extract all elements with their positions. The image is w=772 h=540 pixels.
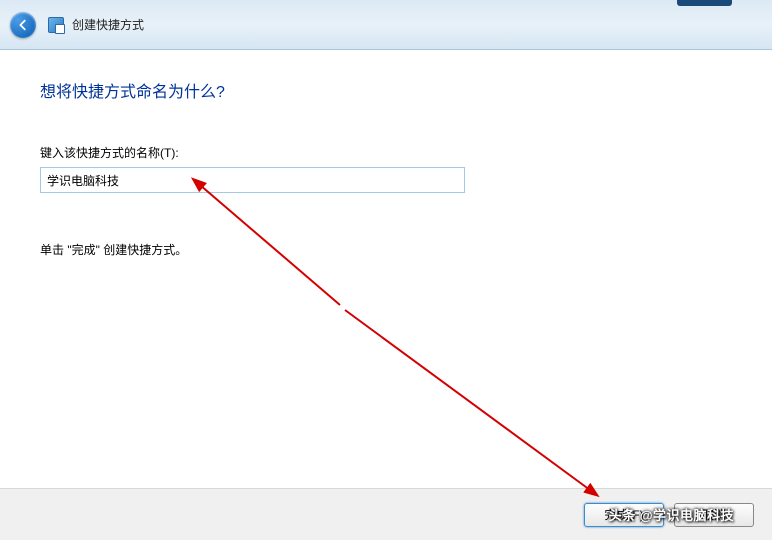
window-title: 创建快捷方式 bbox=[72, 16, 144, 33]
finish-button[interactable]: 完成(F) bbox=[584, 503, 664, 527]
instruction-text: 单击 "完成" 创建快捷方式。 bbox=[40, 241, 732, 258]
content-area: 想将快捷方式命名为什么? 键入该快捷方式的名称(T): 单击 "完成" 创建快捷… bbox=[8, 50, 764, 488]
cancel-button[interactable]: 取消 bbox=[674, 503, 754, 527]
page-heading: 想将快捷方式命名为什么? bbox=[40, 78, 732, 102]
titlebar: 创建快捷方式 bbox=[0, 0, 772, 50]
back-button[interactable] bbox=[10, 12, 36, 38]
shortcut-name-input[interactable] bbox=[40, 167, 465, 193]
top-tab-decor bbox=[677, 0, 732, 6]
shortcut-icon bbox=[48, 17, 64, 33]
arrow-left-icon bbox=[16, 18, 30, 32]
footer-bar: 完成(F) 取消 bbox=[0, 488, 772, 540]
name-field-label: 键入该快捷方式的名称(T): bbox=[40, 144, 732, 161]
